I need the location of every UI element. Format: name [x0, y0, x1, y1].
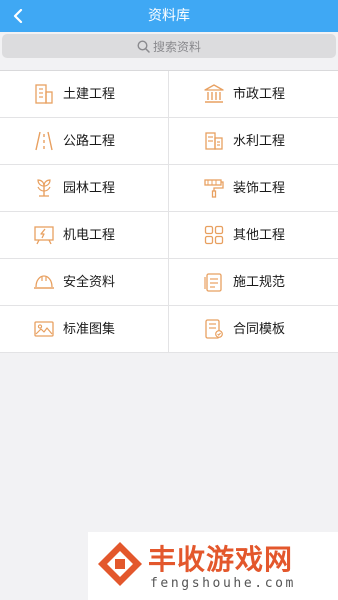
safety-helmet-icon	[34, 275, 54, 289]
category-item[interactable]: 施工规范	[169, 259, 338, 306]
grid-apps-icon	[204, 225, 224, 245]
category-label: 标准图集	[63, 322, 116, 337]
image-album-icon	[34, 321, 54, 337]
back-button[interactable]	[8, 6, 28, 26]
watermark-name: 丰收游戏网	[148, 543, 294, 576]
category-item[interactable]: 装饰工程	[169, 165, 338, 212]
category-label: 园林工程	[63, 181, 116, 196]
category-label: 安全资料	[63, 275, 116, 290]
chevron-left-icon	[13, 9, 23, 23]
page-title: 资料库	[148, 8, 190, 24]
category-item[interactable]: 公路工程	[0, 118, 169, 165]
category-item[interactable]: 市政工程	[169, 71, 338, 118]
search-bar: 搜索资料	[0, 32, 338, 60]
paint-roller-icon	[204, 179, 224, 198]
building-icon	[35, 84, 53, 104]
government-building-icon	[204, 84, 224, 103]
category-item[interactable]: 园林工程	[0, 165, 169, 212]
document-stack-icon	[204, 273, 222, 292]
category-label: 机电工程	[63, 228, 116, 243]
contract-document-icon	[205, 319, 223, 339]
category-label: 市政工程	[233, 87, 286, 102]
watermark-url: fengshouhe.com	[150, 576, 296, 591]
watermark-logo-icon	[98, 542, 142, 586]
category-item[interactable]: 机电工程	[0, 212, 169, 259]
search-icon	[137, 39, 150, 53]
plant-icon	[37, 179, 51, 197]
category-item[interactable]: 水利工程	[169, 118, 338, 165]
category-label: 施工规范	[233, 275, 286, 290]
water-conservancy-icon	[205, 132, 223, 150]
category-label: 水利工程	[233, 134, 286, 149]
category-item[interactable]: 标准图集	[0, 306, 169, 353]
app-header: 资料库	[0, 0, 338, 32]
search-placeholder: 搜索资料	[152, 39, 201, 54]
watermark: 丰收游戏网 fengshouhe.com	[88, 532, 338, 600]
category-label: 其他工程	[233, 228, 286, 243]
category-label: 公路工程	[63, 134, 116, 149]
category-item[interactable]: 合同模板	[169, 306, 338, 353]
road-icon	[35, 131, 53, 151]
category-item[interactable]: 安全资料	[0, 259, 169, 306]
category-label: 装饰工程	[233, 181, 286, 196]
category-label: 合同模板	[233, 322, 286, 337]
category-item[interactable]: 其他工程	[169, 212, 338, 259]
electric-board-icon	[34, 226, 54, 245]
category-item[interactable]: 土建工程	[0, 71, 169, 118]
category-grid: 土建工程 市政工程 公路工程 水利工程 园林工程 装饰工程 机电工程 其他工程 …	[0, 70, 338, 353]
search-input[interactable]: 搜索资料	[2, 34, 336, 58]
category-label: 土建工程	[63, 87, 116, 102]
